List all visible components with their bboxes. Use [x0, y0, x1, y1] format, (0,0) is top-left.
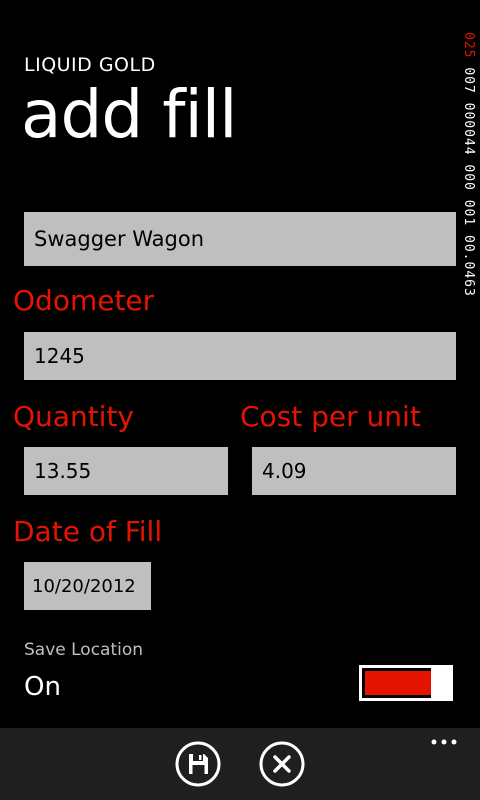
ellipsis-icon	[431, 739, 457, 745]
app-title: LIQUID GOLD	[24, 54, 156, 76]
close-icon	[259, 741, 305, 787]
save-location-state: On	[24, 672, 61, 702]
cancel-button[interactable]	[258, 740, 306, 788]
date-of-fill-label: Date of Fill	[13, 515, 163, 548]
save-button[interactable]	[174, 740, 222, 788]
quantity-label: Quantity	[13, 400, 134, 433]
toggle-track	[359, 665, 439, 701]
vehicle-name-field[interactable]	[24, 212, 456, 266]
cost-per-unit-field[interactable]	[252, 447, 456, 495]
frame-rate-counter-values: 007 000044 000 001 00.0463	[461, 67, 476, 297]
odometer-field[interactable]	[24, 332, 456, 380]
frame-rate-counter-accent: 025	[461, 32, 476, 68]
app-bar	[0, 728, 480, 800]
save-location-caption: Save Location	[24, 640, 144, 660]
date-of-fill-picker[interactable]	[24, 562, 151, 610]
odometer-label: Odometer	[13, 284, 155, 317]
save-icon	[175, 741, 221, 787]
toggle-fill	[365, 671, 431, 695]
save-location-toggle[interactable]	[359, 665, 453, 701]
toggle-thumb[interactable]	[431, 665, 453, 701]
page-title: add fill	[21, 76, 237, 153]
quantity-field[interactable]	[24, 447, 228, 495]
frame-rate-counter: 025 007 000044 000 001 00.0463	[461, 32, 476, 297]
more-button[interactable]	[428, 734, 462, 750]
cost-per-unit-label: Cost per unit	[240, 400, 421, 433]
